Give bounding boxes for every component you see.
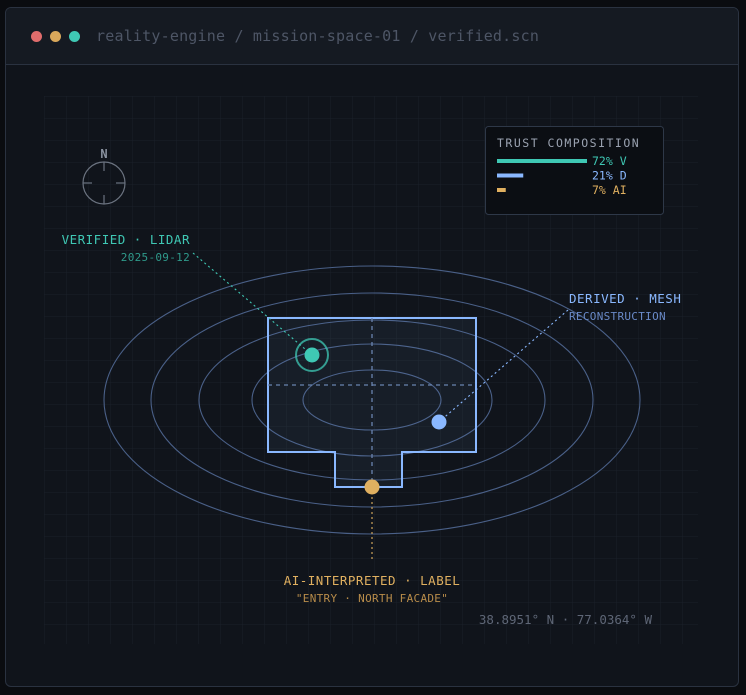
trust-panel-title: TRUST COMPOSITION (497, 136, 640, 150)
derived-callout-title: DERIVED · MESH (569, 291, 681, 306)
trust-bar-label: 21% D (592, 169, 627, 183)
scene-canvas[interactable]: N VERIFIED · LIDAR 2025-09-12 DERIVED · … (0, 0, 746, 695)
trust-bar-label: 72% V (592, 154, 627, 168)
coordinates-readout: 38.8951° N · 77.0364° W (479, 612, 653, 627)
trust-composition-panel: TRUST COMPOSITION 72% V21% D7% AI (485, 126, 664, 215)
ai-callout-sub: "ENTRY · NORTH FACADE" (296, 592, 448, 605)
trust-bar-label: 7% AI (592, 183, 627, 197)
derived-callout-sub: RECONSTRUCTION (569, 310, 666, 323)
trust-bar (497, 188, 506, 192)
verified-callout-title: VERIFIED · LIDAR (62, 232, 190, 247)
compass-north-label: N (100, 147, 107, 161)
ai-marker[interactable] (364, 479, 380, 495)
ai-callout-title: AI-INTERPRETED · LABEL (284, 573, 461, 588)
derived-marker[interactable] (431, 414, 447, 430)
trust-bar (497, 159, 587, 163)
verified-callout-date: 2025-09-12 (121, 251, 190, 264)
trust-bar (497, 173, 524, 178)
